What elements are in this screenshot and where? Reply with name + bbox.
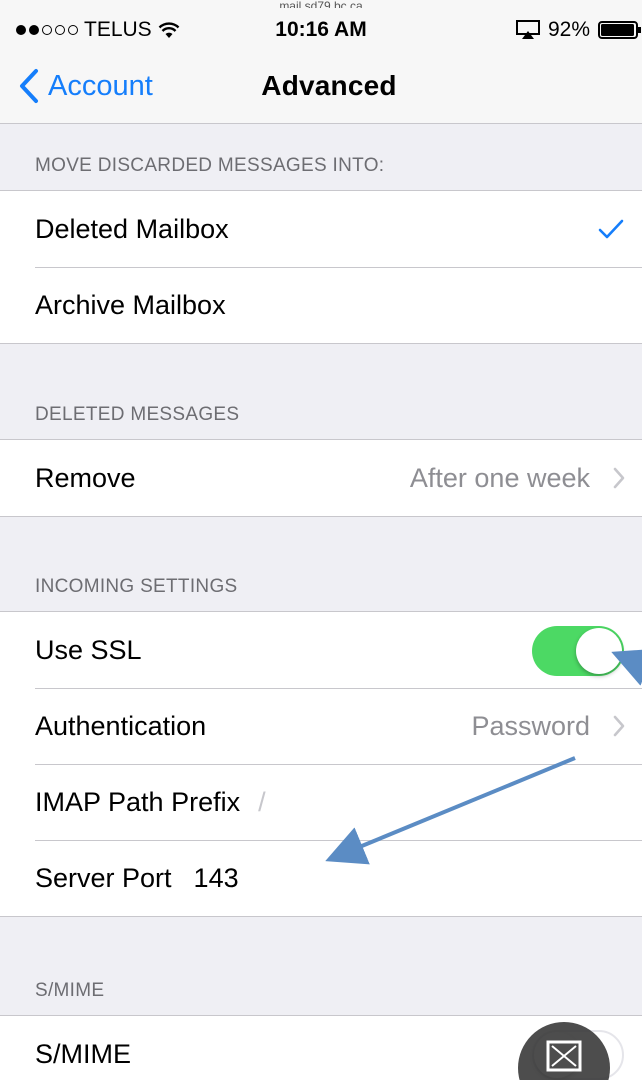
page-title: Advanced xyxy=(261,70,397,101)
section-header-discarded: MOVE DISCARDED MESSAGES INTO: xyxy=(35,155,385,176)
remove-label: Remove xyxy=(35,462,136,493)
option-archive-mailbox[interactable]: Archive Mailbox xyxy=(0,267,642,343)
server-port-row: Server Port 143 xyxy=(0,840,642,916)
chevron-right-icon xyxy=(613,715,625,737)
navigation-bar: Account Advanced xyxy=(0,56,642,118)
section-header-smime: S/MIME xyxy=(35,980,105,1001)
section-header-deleted: DELETED MESSAGES xyxy=(35,404,240,425)
deleted-messages-group: Remove After one week xyxy=(0,439,642,517)
advanced-settings-screen: mail.sd79.bc.ca TELUS 10:16 AM 92% Accou… xyxy=(0,0,642,1080)
toggle-knob xyxy=(576,628,622,674)
authentication-label: Authentication xyxy=(35,710,207,741)
assistive-touch-icon xyxy=(546,1040,582,1072)
authentication-value: Password xyxy=(471,711,590,741)
server-port-input[interactable]: 143 xyxy=(194,863,239,894)
option-deleted-mailbox[interactable]: Deleted Mailbox xyxy=(0,191,642,267)
incoming-settings-group: Use SSL Authentication Password IMAP Pat… xyxy=(0,611,642,917)
smime-label: S/MIME xyxy=(35,1038,132,1069)
battery-percent: 92% xyxy=(547,18,590,41)
imap-path-prefix-label: IMAP Path Prefix xyxy=(35,786,241,817)
airplay-icon xyxy=(515,20,540,39)
imap-path-prefix-input[interactable]: / xyxy=(258,787,266,818)
use-ssl-row: Use SSL xyxy=(0,612,642,688)
discarded-mailbox-group: Deleted Mailbox Archive Mailbox xyxy=(0,190,642,344)
status-bar: TELUS 10:16 AM 92% xyxy=(0,10,642,50)
top-bar: mail.sd79.bc.ca TELUS 10:16 AM 92% Accou… xyxy=(0,0,642,124)
option-label: Deleted Mailbox xyxy=(35,213,229,244)
assistive-touch-button[interactable] xyxy=(518,1022,610,1080)
imap-path-prefix-row: IMAP Path Prefix / xyxy=(0,764,642,840)
remove-row[interactable]: Remove After one week xyxy=(0,440,642,516)
authentication-row[interactable]: Authentication Password xyxy=(0,688,642,764)
url-snippet: mail.sd79.bc.ca xyxy=(279,0,363,8)
use-ssl-label: Use SSL xyxy=(35,634,142,665)
section-header-incoming: INCOMING SETTINGS xyxy=(35,576,238,597)
remove-value: After one week xyxy=(409,463,590,493)
server-port-label: Server Port xyxy=(35,862,172,893)
use-ssl-toggle[interactable] xyxy=(532,626,624,676)
checkmark-icon xyxy=(598,219,624,239)
battery-icon xyxy=(598,21,641,39)
status-right: 92% xyxy=(515,10,642,50)
chevron-right-icon xyxy=(613,467,625,489)
option-label: Archive Mailbox xyxy=(35,289,226,320)
